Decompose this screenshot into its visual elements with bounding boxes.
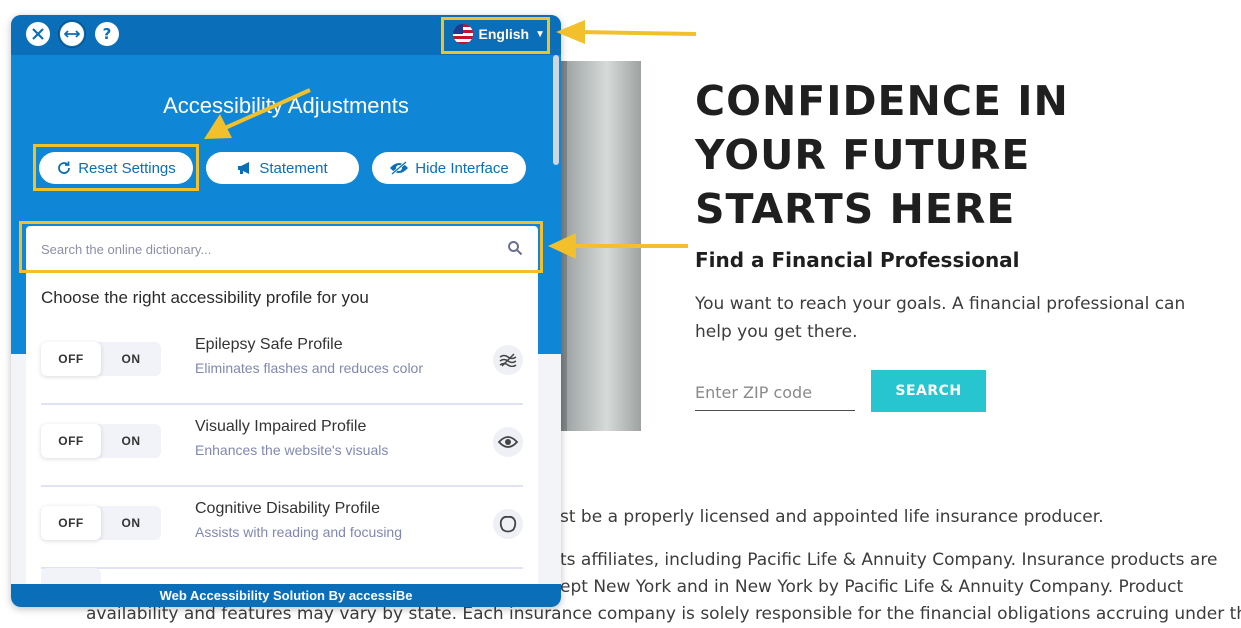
disclaimer-line: st be a properly licensed and appointed … xyxy=(560,507,1104,527)
arrow-to-language xyxy=(556,20,697,44)
toggle-off-label[interactable]: OFF xyxy=(41,342,101,376)
statement-label: Statement xyxy=(259,159,328,177)
disclaimer-line: ept New York and in New York by Pacific … xyxy=(560,577,1184,597)
find-professional-title: Find a Financial Professional xyxy=(695,248,1020,272)
toggle-off-label[interactable]: OFF xyxy=(41,506,101,540)
search-highlight-box xyxy=(19,221,543,273)
profile-toggle[interactable]: OFF ON xyxy=(41,342,161,376)
language-highlight-box xyxy=(441,17,550,54)
waves-icon xyxy=(493,345,523,375)
profiles-heading: Choose the right accessibility profile f… xyxy=(41,288,369,307)
hide-interface-label: Hide Interface xyxy=(415,159,509,177)
resize-icon[interactable] xyxy=(58,20,86,48)
profile-description: Assists with reading and focusing xyxy=(195,524,402,540)
profile-description: Eliminates flashes and reduces color xyxy=(195,360,424,376)
profile-description: Enhances the website's visuals xyxy=(195,442,389,458)
toggle-on-label[interactable]: ON xyxy=(101,424,161,458)
hero-title: CONFIDENCE IN YOUR FUTURE STARTS HERE xyxy=(695,77,1069,233)
profile-row-visually-impaired: OFF ON Visually Impaired Profile Enhance… xyxy=(41,404,523,487)
profile-name: Visually Impaired Profile xyxy=(195,418,367,435)
profile-name: Epilepsy Safe Profile xyxy=(195,336,343,353)
eye-slash-icon xyxy=(390,161,409,175)
toggle-on-label[interactable]: ON xyxy=(101,506,161,540)
profiles-section: Choose the right accessibility profile f… xyxy=(26,272,538,607)
disclaimer-line: ts affiliates, including Pacific Life & … xyxy=(560,550,1218,570)
reset-highlight-box xyxy=(33,144,199,191)
panel-footer[interactable]: Web Accessibility Solution By accessiBe xyxy=(11,584,561,607)
eye-icon xyxy=(493,427,523,457)
zip-search-button[interactable]: SEARCH xyxy=(871,370,986,412)
toggle-on-label[interactable]: ON xyxy=(101,342,161,376)
profile-toggle[interactable]: OFF ON xyxy=(41,424,161,458)
find-professional-description: You want to reach your goals. A financia… xyxy=(695,294,1186,342)
toggle-off-label[interactable]: OFF xyxy=(41,424,101,458)
statement-button[interactable]: Statement xyxy=(206,152,359,184)
hide-interface-button[interactable]: Hide Interface xyxy=(372,152,526,184)
profile-row-cognitive: OFF ON Cognitive Disability Profile Assi… xyxy=(41,486,523,569)
help-button[interactable]: ? xyxy=(95,22,119,46)
brain-icon xyxy=(493,509,523,539)
profile-toggle[interactable]: OFF ON xyxy=(41,506,161,540)
zip-code-input[interactable] xyxy=(695,374,855,411)
close-icon[interactable] xyxy=(26,22,50,46)
accessibility-panel: ? English ▼ Accessibility Adjustments Re… xyxy=(11,15,561,607)
megaphone-icon xyxy=(238,162,250,174)
profile-name: Cognitive Disability Profile xyxy=(195,500,380,517)
profile-row-epilepsy: OFF ON Epilepsy Safe Profile Eliminates … xyxy=(41,322,523,405)
hero-photo xyxy=(555,61,641,431)
panel-title: Accessibility Adjustments xyxy=(163,93,409,118)
